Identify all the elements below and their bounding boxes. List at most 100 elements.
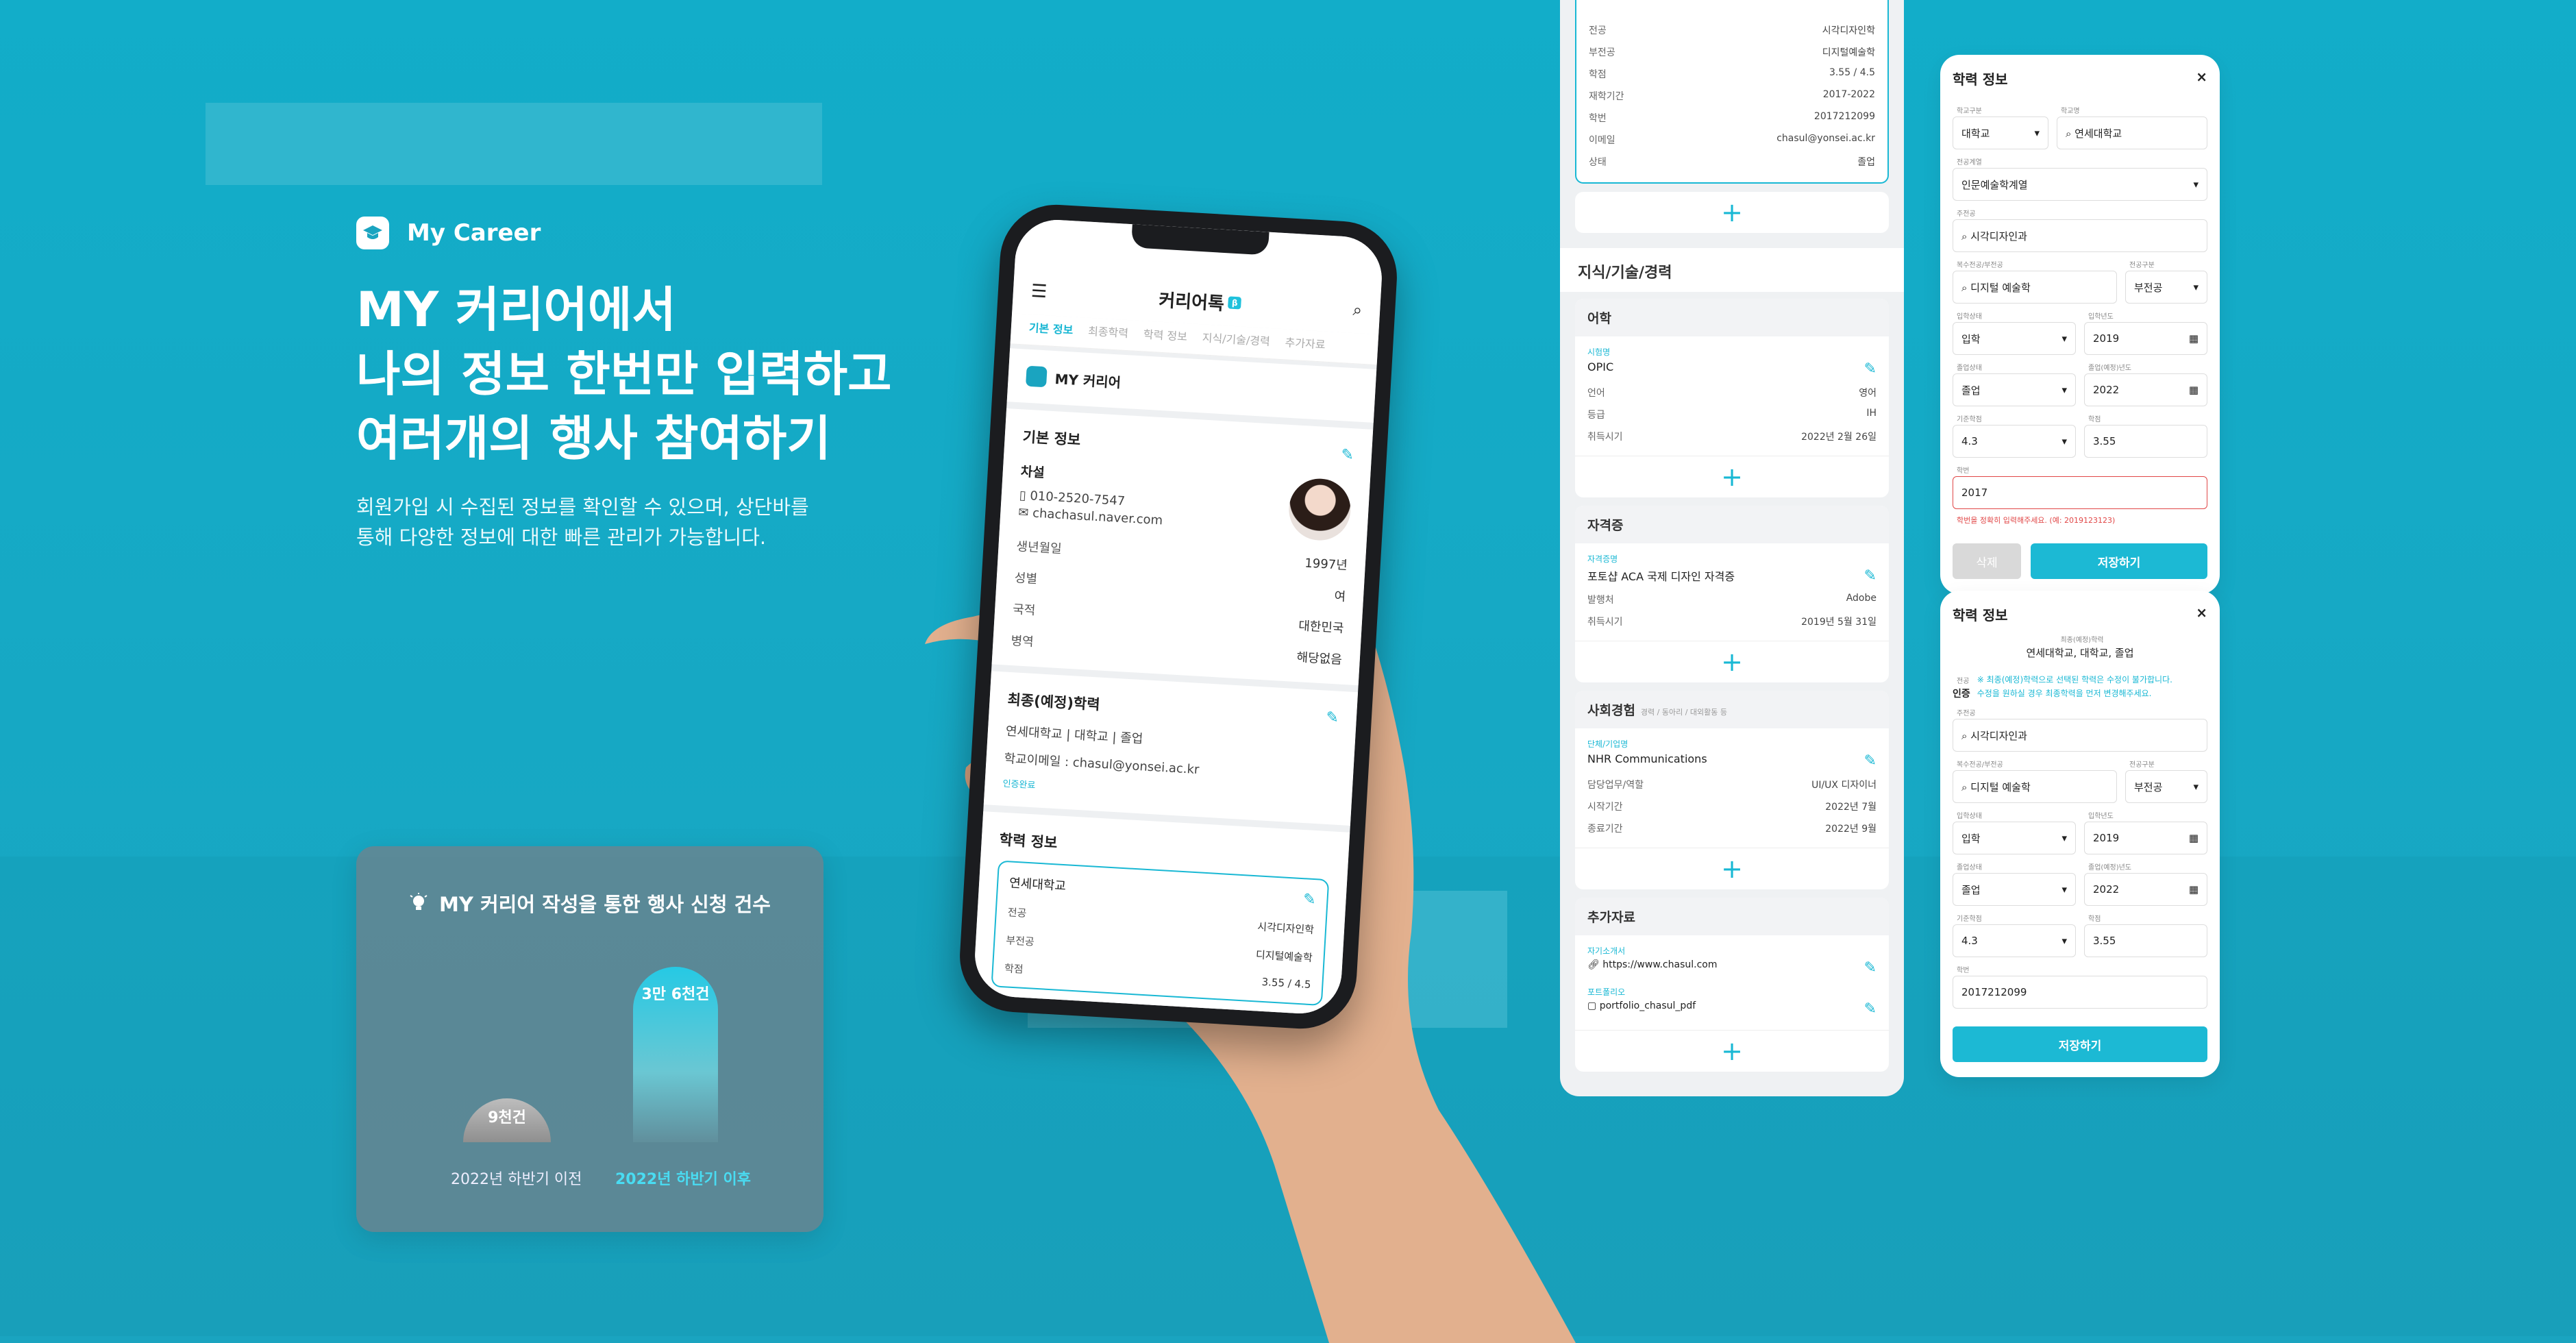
field-value: 졸업 <box>1961 384 1981 397</box>
kv-key: 종료기간 <box>1587 824 1623 835</box>
form2-title: 학력 정보 <box>1953 607 2008 624</box>
gpa-input[interactable]: 3.55 <box>2084 924 2207 957</box>
minor-type-select[interactable]: 부전공 ▾ <box>2125 271 2207 304</box>
graduation-year-input[interactable]: 2022 ▦ <box>2084 873 2207 906</box>
edu-card[interactable]: 연세대학교 ✎ 전공 시각디자인학 부전공 디지털예술학 학점 3.55 / 4.5 <box>991 860 1330 1007</box>
verified-prefix: 인증 <box>1953 689 1970 700</box>
school-email-label: 학교이메일 : <box>1004 751 1069 770</box>
kv-key: 시작기간 <box>1587 802 1623 813</box>
edu-form-edit: 학력 정보 × 학교구분 대학교 ▾ 학교명 ⌕ 연세대학교 전공계열 인문예술학계열 ▾… <box>1940 55 2220 594</box>
edit-pencil-icon[interactable]: ✎ <box>1864 959 1877 976</box>
add-icon[interactable]: + <box>1575 641 1889 682</box>
kv-value: 2019년 5월 31일 <box>1801 617 1877 628</box>
form1-title: 학력 정보 <box>1953 71 2008 88</box>
close-icon[interactable]: × <box>2196 604 2207 624</box>
gpa-input[interactable]: 3.55 <box>2084 425 2207 458</box>
field-value: 대학교 <box>1961 127 1990 140</box>
info-line-1: ※ 최종(예정)학력으로 선택된 학력은 수정이 불가합니다. <box>1977 674 2172 685</box>
graduation-select[interactable]: 졸업 ▾ <box>1953 873 2076 906</box>
admission-year-input[interactable]: 2019 ▦ <box>2084 322 2207 355</box>
save-button[interactable]: 저장하기 <box>2031 543 2207 579</box>
field-value: 연세대학교 <box>2075 127 2122 140</box>
kv-row: 담당업무/역할 UI/UX 디자이너 <box>1587 778 1877 791</box>
admission-select[interactable]: 입학 ▾ <box>1953 322 2076 355</box>
kv-value: 2022년 7월 <box>1825 802 1877 813</box>
tab-basic-info[interactable]: 기본 정보 <box>1028 319 1074 338</box>
kv-row: 재학기간 2017-2022 <box>1589 89 1875 103</box>
field-value: 2017 <box>1961 486 1988 499</box>
stats-title: MY 커리어 작성을 통한 행사 신청 건수 <box>356 889 823 917</box>
search-icon[interactable]: ⌕ <box>1352 300 1363 320</box>
edu-form-final: 학력 정보 × 최종(예정)학력 연세대학교, 대학교, 졸업 전공 인증 ※ 최종… <box>1940 591 2220 1077</box>
add-icon[interactable]: + <box>1575 192 1889 233</box>
description-line-1: 회원가입 시 수집된 정보를 확인할 수 있으며, 상단바를 <box>356 495 809 519</box>
kv-value: Adobe <box>1846 593 1877 604</box>
cert-name: 포토샵 ACA 국제 디자인 자격증 <box>1587 570 1735 583</box>
field-value: 2017212099 <box>1961 986 2027 998</box>
field-label: 전공 <box>1957 678 1970 685</box>
minor-type-select[interactable]: 부전공 ▾ <box>2125 770 2207 803</box>
admission-year-input[interactable]: 2019 ▦ <box>2084 822 2207 854</box>
info-row-key: 생년월일 <box>1015 539 1063 557</box>
extra-value-2[interactable]: portfolio_chasul_pdf <box>1600 1000 1696 1011</box>
kv-value: 2022년 9월 <box>1825 824 1877 835</box>
kv-value: chasul@yonsei.ac.kr <box>1776 133 1875 144</box>
graduation-select[interactable]: 졸업 ▾ <box>1953 373 2076 406</box>
calendar-icon: ▦ <box>2188 384 2199 396</box>
info-row: 생년월일 1997년 <box>1016 537 1348 574</box>
kv-key: 학점 <box>1589 69 1607 80</box>
student-id-input[interactable]: 2017 <box>1953 476 2207 509</box>
tab-edu-info[interactable]: 학력 정보 <box>1143 325 1187 344</box>
social-card-sub: 경력 / 동아리 / 대외활동 등 <box>1640 708 1728 717</box>
major-input[interactable]: ⌕ 시각디자인과 <box>1953 219 2207 252</box>
major-input[interactable]: ⌕ 시각디자인과 <box>1953 719 2207 752</box>
edit-pencil-icon[interactable]: ✎ <box>1864 752 1877 769</box>
file-icon: ▢ <box>1587 1000 1600 1011</box>
minor-input[interactable]: ⌕ 디지털 예술학 <box>1953 770 2117 803</box>
menu-icon[interactable]: ☰ <box>1030 281 1048 302</box>
field-label: 졸업상태 <box>1957 864 1982 872</box>
base-gpa-select[interactable]: 4.3 ▾ <box>1953 924 2076 957</box>
kv-key: 언어 <box>1587 388 1605 399</box>
edit-pencil-icon[interactable]: ✎ <box>1864 360 1877 378</box>
tab-extra[interactable]: 추가자료 <box>1285 333 1326 352</box>
save-button[interactable]: 저장하기 <box>1953 1026 2207 1062</box>
add-icon[interactable]: + <box>1575 456 1889 497</box>
field-label: 기준학점 <box>1957 915 1982 923</box>
edit-pencil-icon[interactable]: ✎ <box>1864 567 1877 584</box>
extra-card: 추가자료 자기소개서 🔗︎ https://www.chasul.com ✎ 포트… <box>1575 898 1889 1072</box>
tab-final-edu[interactable]: 최종학력 <box>1088 322 1129 341</box>
field-label: 학번 <box>1957 967 1970 974</box>
edit-pencil-icon[interactable]: ✎ <box>1864 1000 1877 1018</box>
tab-skills[interactable]: 지식/기술/경력 <box>1202 328 1270 349</box>
base-gpa-select[interactable]: 4.3 ▾ <box>1953 425 2076 458</box>
edit-pencil-icon[interactable]: ✎ <box>1326 709 1339 726</box>
delete-button[interactable]: 삭제 <box>1953 543 2021 579</box>
field-select[interactable]: 인문예술학계열 ▾ <box>1953 168 2207 201</box>
admission-select[interactable]: 입학 ▾ <box>1953 822 2076 854</box>
student-id-error: 학번을 정확히 입력해주세요. (예: 2019123123) <box>1957 516 2116 525</box>
field-label: 기준학점 <box>1957 416 1982 423</box>
student-id-input[interactable]: 2017212099 <box>1953 976 2207 1009</box>
edit-pencil-icon[interactable]: ✎ <box>1341 446 1354 464</box>
search-icon: ⌕ <box>2066 127 2075 140</box>
add-icon[interactable]: + <box>1575 848 1889 889</box>
field-label: 최종(예정)학력 <box>2060 637 2104 644</box>
field-label: 학번 <box>1957 467 1970 475</box>
minor-input[interactable]: ⌕ 디지털 예술학 <box>1953 271 2117 304</box>
extra-label-1: 자기소개서 <box>1587 946 1626 956</box>
field-value: 디지털 예술학 <box>1970 780 2031 793</box>
add-icon[interactable]: + <box>1575 1030 1889 1072</box>
headline-line-3: 여러개의 행사 참여하기 <box>356 410 831 467</box>
chevron-down-icon: ▾ <box>2061 435 2067 447</box>
school-name-input[interactable]: ⌕ 연세대학교 <box>2057 116 2207 149</box>
field-label: 학점 <box>2088 416 2101 423</box>
close-icon[interactable]: × <box>2196 69 2207 88</box>
field-value: 부전공 <box>2134 780 2163 793</box>
field-value: 3.55 <box>2093 435 2116 447</box>
lightbulb-icon <box>410 893 428 910</box>
school-type-select[interactable]: 대학교 ▾ <box>1953 116 2048 149</box>
extra-value-1[interactable]: https://www.chasul.com <box>1602 959 1717 970</box>
edit-pencil-icon[interactable]: ✎ <box>1302 891 1316 909</box>
graduation-year-input[interactable]: 2022 ▦ <box>2084 373 2207 406</box>
